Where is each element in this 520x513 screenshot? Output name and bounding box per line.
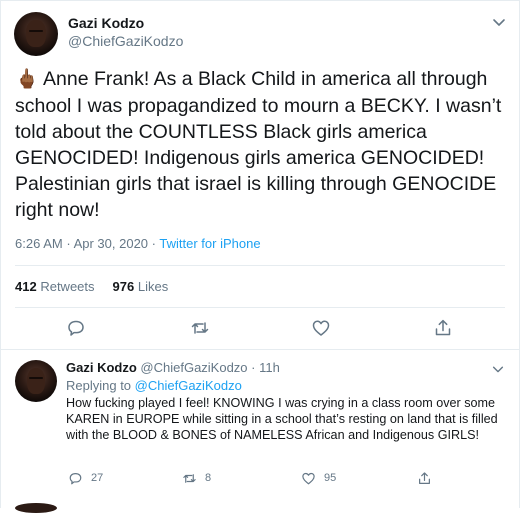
tweet-text: 🖕🏾 Anne Frank! As a Black Child in ameri… xyxy=(15,66,505,223)
reply-header: Gazi Kodzo @ChiefGaziKodzo · 11h xyxy=(66,360,280,375)
tweet-metadata: 6:26 AM · Apr 30, 2020 · Twitter for iPh… xyxy=(15,236,261,251)
reply-reply-button[interactable]: 27 xyxy=(68,470,103,486)
divider xyxy=(15,265,505,266)
share-icon xyxy=(435,319,451,336)
reply-like-button[interactable]: 95 xyxy=(301,470,336,486)
frame-top-border xyxy=(0,0,520,1)
replying-to-mention[interactable]: @ChiefGaziKodzo xyxy=(135,378,242,393)
tweet-source-link[interactable]: Twitter for iPhone xyxy=(159,236,260,251)
share-icon xyxy=(419,471,430,484)
retweets-label: Retweets xyxy=(40,279,95,294)
reply-retweet-button[interactable]: 8 xyxy=(182,470,211,486)
tweet-date[interactable]: Apr 30, 2020 xyxy=(74,236,148,251)
likes-label: Likes xyxy=(137,279,169,294)
reply-text: How fucking played I feel! KNOWING I was… xyxy=(66,396,498,442)
frame-left-border xyxy=(0,0,1,508)
tweet-body: Anne Frank! As a Black Child in america … xyxy=(15,68,507,221)
likes-stat[interactable]: 976 Likes xyxy=(113,279,169,294)
like-button[interactable] xyxy=(311,318,331,338)
reply-icon xyxy=(68,320,84,336)
chevron-down-icon[interactable] xyxy=(491,362,505,376)
divider xyxy=(0,349,520,350)
heart-icon xyxy=(302,472,315,484)
meta-separator: · xyxy=(151,236,156,251)
retweet-icon xyxy=(183,473,196,483)
reply-author-display-name[interactable]: Gazi Kodzo xyxy=(66,360,137,375)
reply-author-handle[interactable]: @ChiefGaziKodzo xyxy=(140,360,247,375)
middle-finger-emoji: 🖕🏾 xyxy=(15,69,39,90)
reply-avatar[interactable] xyxy=(15,360,57,402)
author-handle[interactable]: @ChiefGaziKodzo xyxy=(68,33,183,49)
reply-share-button[interactable] xyxy=(417,470,440,486)
like-count: 95 xyxy=(324,472,337,484)
divider xyxy=(15,307,505,308)
meta-separator: · xyxy=(66,236,71,251)
heart-icon xyxy=(312,320,330,336)
reply-time[interactable]: 11h xyxy=(259,360,280,375)
retweet-count: 8 xyxy=(205,472,212,484)
tweet-stats: 412 Retweets 976 Likes xyxy=(15,279,168,294)
avatar-face xyxy=(26,367,46,394)
retweet-button[interactable] xyxy=(190,318,210,338)
avatar[interactable] xyxy=(14,12,58,56)
reply-button[interactable] xyxy=(66,318,86,338)
retweet-icon xyxy=(191,322,209,334)
retweets-stat[interactable]: 412 Retweets xyxy=(15,279,95,294)
reply-count: 27 xyxy=(91,472,104,484)
avatar-eyes xyxy=(28,29,44,33)
replying-to-prefix: Replying to xyxy=(66,378,132,393)
replying-to: Replying to @ChiefGaziKodzo xyxy=(66,378,242,393)
share-button[interactable] xyxy=(433,318,453,338)
tweet-time[interactable]: 6:26 AM xyxy=(15,236,63,251)
reply-icon xyxy=(69,472,82,484)
avatar-eyes xyxy=(29,376,43,380)
author-display-name[interactable]: Gazi Kodzo xyxy=(68,15,144,31)
meta-separator: · xyxy=(251,360,256,375)
likes-count: 976 xyxy=(112,279,135,294)
next-avatar-peek xyxy=(15,503,57,513)
chevron-down-icon[interactable] xyxy=(491,14,507,30)
avatar-face xyxy=(26,19,46,48)
retweets-count: 412 xyxy=(15,279,37,294)
